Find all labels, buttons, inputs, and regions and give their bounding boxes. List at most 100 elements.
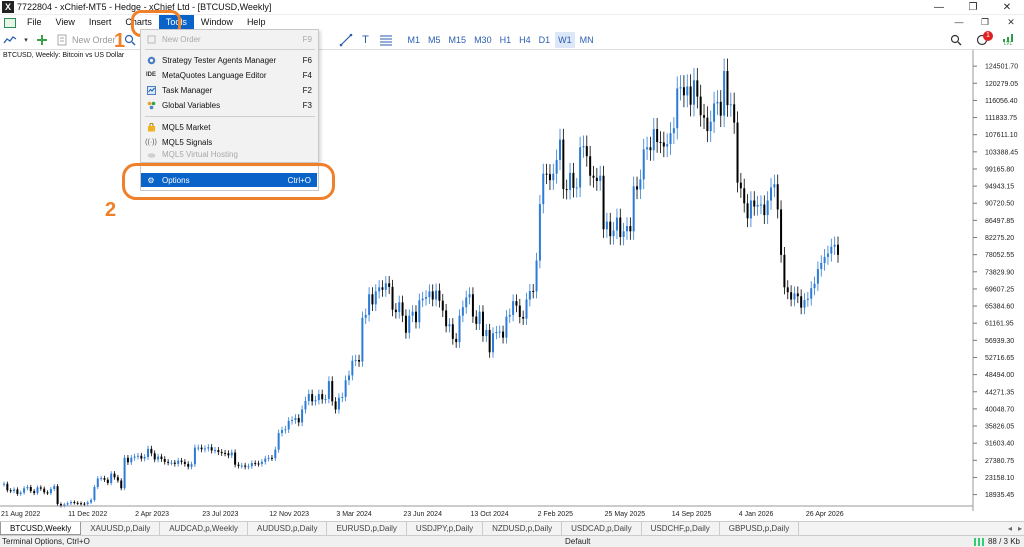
timeframe-h1[interactable]: H1 bbox=[497, 32, 515, 48]
candle-body bbox=[806, 298, 809, 300]
chevron-down-icon[interactable]: ▾ bbox=[22, 32, 30, 48]
menu-item-label: MQL5 Market bbox=[162, 122, 211, 132]
candle-body bbox=[210, 447, 213, 451]
tab-audcad-weekly[interactable]: AUDCAD,p,Weekly bbox=[160, 522, 248, 535]
candle-body bbox=[294, 418, 297, 421]
chart-restore-button[interactable]: ❐ bbox=[972, 15, 998, 30]
tab-btcusd-weekly[interactable]: BTCUSD,Weekly bbox=[0, 522, 82, 535]
candle-body bbox=[431, 291, 434, 300]
menu-item-new-order[interactable]: New Order F9 bbox=[141, 32, 318, 46]
profile-name[interactable]: Default bbox=[565, 537, 590, 546]
tab-xauusd-daily[interactable]: XAUUSD,p,Daily bbox=[81, 522, 161, 535]
candle-body bbox=[83, 503, 86, 505]
candle-body bbox=[43, 488, 46, 493]
timeframe-h4[interactable]: H4 bbox=[516, 32, 534, 48]
tab-usdcad-daily[interactable]: USDCAD,p,Daily bbox=[562, 522, 642, 535]
time-axis: 21 Aug 2022 11 Dec 2022 2 Apr 2023 23 Jul 2… bbox=[1, 511, 844, 518]
timeframe-m30[interactable]: M30 bbox=[471, 32, 495, 48]
menu-help[interactable]: Help bbox=[240, 15, 273, 30]
menu-item-strategy-tester-agents-manager[interactable]: Strategy Tester Agents Manager F6 bbox=[141, 53, 318, 67]
price-tick-label: 73829.90 bbox=[985, 269, 1014, 276]
candle-body bbox=[659, 142, 662, 144]
candle-body bbox=[465, 297, 468, 308]
candle-body bbox=[414, 311, 417, 323]
maximize-button[interactable]: ❐ bbox=[956, 0, 990, 15]
search-icon[interactable] bbox=[948, 32, 964, 48]
fibonacci-icon[interactable] bbox=[378, 32, 394, 48]
connection-status[interactable]: 88 / 3 Kb bbox=[973, 537, 1020, 546]
tab-usdjpy-daily[interactable]: USDJPY,p,Daily bbox=[407, 522, 484, 535]
chart-close-button[interactable]: ✕ bbox=[998, 15, 1024, 30]
close-button[interactable]: ✕ bbox=[990, 0, 1024, 15]
menu-window[interactable]: Window bbox=[194, 15, 240, 30]
menu-item-mql5-signals[interactable]: ((·)) MQL5 Signals bbox=[141, 135, 318, 149]
trendline-icon[interactable] bbox=[338, 32, 354, 48]
timeframe-m15[interactable]: M15 bbox=[446, 32, 470, 48]
candle-body bbox=[766, 200, 769, 216]
tab-eurusd-daily[interactable]: EURUSD,p,Daily bbox=[327, 522, 407, 535]
candle-body bbox=[595, 177, 598, 182]
chart-type-icon[interactable] bbox=[2, 32, 18, 48]
candle-body bbox=[381, 287, 384, 290]
candle-body bbox=[639, 179, 642, 190]
candle-body bbox=[508, 314, 511, 317]
candle-body bbox=[59, 504, 62, 506]
new-order-icon[interactable] bbox=[54, 32, 70, 48]
tab-nzdusd-daily[interactable]: NZDUSD,p,Daily bbox=[483, 522, 563, 535]
candle-body bbox=[478, 311, 481, 324]
time-tick-label: 25 May 2025 bbox=[605, 511, 646, 518]
candle-body bbox=[451, 324, 454, 339]
candle-body bbox=[512, 301, 515, 315]
tab-usdchf-daily[interactable]: USDCHF,p,Daily bbox=[642, 522, 720, 535]
candle-body bbox=[813, 283, 816, 289]
candle-body bbox=[448, 324, 451, 327]
menu-view[interactable]: View bbox=[49, 15, 82, 30]
candle-body bbox=[177, 460, 180, 464]
text-tool-icon[interactable]: T bbox=[358, 32, 374, 48]
candle-body bbox=[706, 117, 709, 132]
add-indicator-icon[interactable] bbox=[34, 32, 50, 48]
candle-body bbox=[157, 456, 160, 460]
tab-gbpusd-daily[interactable]: GBPUSD,p,Daily bbox=[720, 522, 800, 535]
menu-item-task-manager[interactable]: Task Manager F2 bbox=[141, 83, 318, 97]
menu-item-metaquotes-language-editor[interactable]: IDE MetaQuotes Language Editor F4 bbox=[141, 68, 318, 82]
chevron-right-icon[interactable]: ▸ bbox=[1018, 522, 1022, 535]
price-tick-label: 18935.45 bbox=[985, 492, 1014, 499]
candle-body bbox=[96, 478, 99, 488]
candle-body bbox=[69, 502, 72, 504]
chart-minimize-button[interactable]: — bbox=[946, 15, 972, 30]
price-tick-label: 31603.40 bbox=[985, 441, 1014, 448]
timeframe-w1[interactable]: W1 bbox=[555, 31, 575, 48]
candle-body bbox=[16, 489, 19, 494]
menu-item-global-variables[interactable]: Global Variables F3 bbox=[141, 98, 318, 112]
candle-body bbox=[277, 433, 280, 450]
signal-level-icon[interactable]: LVL bbox=[1000, 32, 1016, 48]
time-tick-label: 13 Oct 2024 bbox=[471, 511, 509, 518]
price-tick-label: 107611.10 bbox=[985, 132, 1018, 139]
timeframe-m5[interactable]: M5 bbox=[425, 32, 444, 48]
menu-item-mql5-market[interactable]: MQL5 Market bbox=[141, 120, 318, 134]
candle-body bbox=[743, 188, 746, 204]
notifications-icon[interactable]: 1 bbox=[974, 31, 993, 48]
candle-body bbox=[254, 463, 257, 465]
timeframe-m1[interactable]: M1 bbox=[405, 32, 424, 48]
candle-body bbox=[632, 186, 635, 232]
menu-insert[interactable]: Insert bbox=[82, 15, 119, 30]
candle-body bbox=[562, 139, 565, 190]
tab-audusd-daily[interactable]: AUDUSD,p,Daily bbox=[248, 522, 328, 535]
menu-item-mql5-virtual-hosting[interactable]: MQL5 Virtual Hosting bbox=[141, 150, 318, 159]
candle-body bbox=[629, 226, 632, 232]
menu-file[interactable]: File bbox=[20, 15, 49, 30]
chevron-left-icon[interactable]: ◂ bbox=[1008, 522, 1012, 535]
candle-body bbox=[46, 492, 49, 494]
minimize-button[interactable]: — bbox=[922, 0, 956, 15]
candle-body bbox=[80, 503, 83, 505]
candle-body bbox=[207, 447, 210, 449]
timeframe-mn[interactable]: MN bbox=[577, 32, 597, 48]
candle-body bbox=[418, 300, 421, 323]
candle-body bbox=[197, 447, 200, 449]
new-order-button[interactable]: New Order bbox=[72, 35, 116, 45]
candle-body bbox=[656, 129, 659, 143]
chart-window-icon[interactable] bbox=[4, 17, 16, 28]
timeframe-d1[interactable]: D1 bbox=[536, 32, 554, 48]
